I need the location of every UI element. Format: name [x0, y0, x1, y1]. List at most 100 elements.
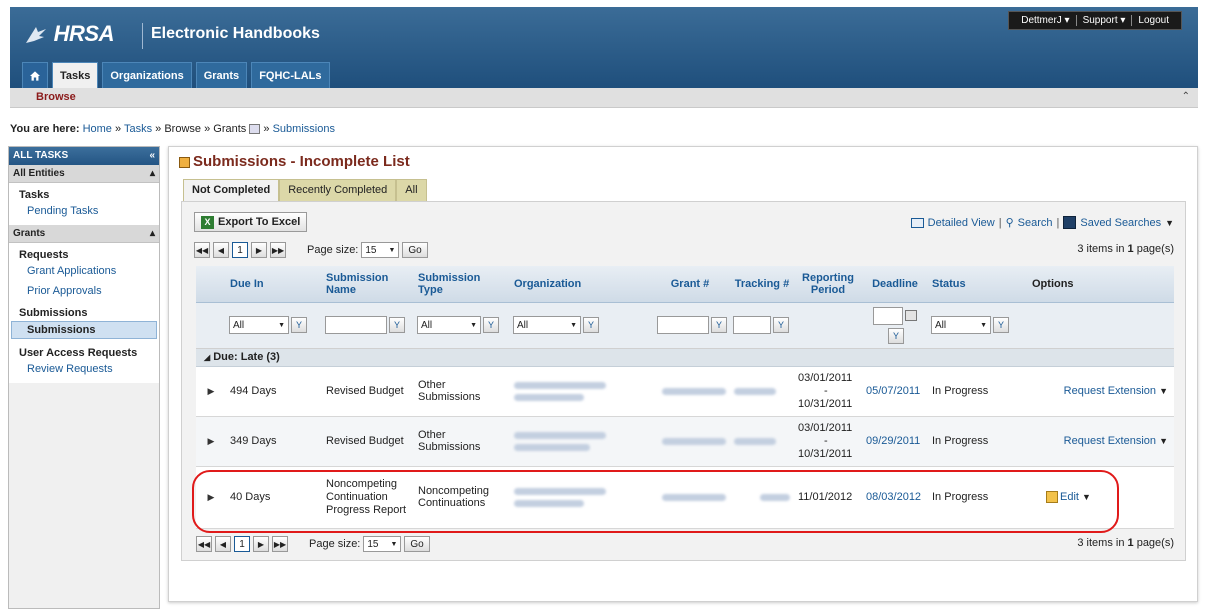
- user-menu-logout[interactable]: Logout: [1132, 15, 1175, 26]
- row-expand[interactable]: ▶: [196, 416, 226, 467]
- page-number[interactable]: 1: [232, 242, 248, 258]
- detailed-view-icon: [910, 217, 924, 228]
- tab-tasks[interactable]: Tasks: [52, 62, 99, 88]
- search-link[interactable]: Search: [1018, 217, 1053, 229]
- col-tracking[interactable]: Tracking #: [730, 266, 794, 303]
- collapse-sidebar-icon[interactable]: «: [149, 150, 155, 162]
- sidebar-item-submissions[interactable]: Submissions: [11, 321, 157, 339]
- tab-recently-completed[interactable]: Recently Completed: [279, 179, 397, 201]
- prev-page-button[interactable]: ◀: [213, 242, 229, 258]
- sidebar-section-all-entities[interactable]: All Entities ▴: [9, 165, 159, 183]
- tab-organizations[interactable]: Organizations: [102, 62, 192, 88]
- request-extension-link[interactable]: Request Extension: [1064, 385, 1156, 397]
- row-expand[interactable]: ▶: [196, 466, 226, 529]
- page-number[interactable]: 1: [234, 536, 250, 552]
- sidebar-item-review-requests[interactable]: Review Requests: [9, 361, 159, 377]
- tab-grants[interactable]: Grants: [195, 62, 248, 88]
- user-menu-support[interactable]: Support ▾: [1077, 15, 1133, 26]
- cell-deadline[interactable]: 05/07/2011: [862, 366, 928, 417]
- filter-icon[interactable]: Y: [583, 317, 599, 333]
- col-grant[interactable]: Grant #: [650, 266, 730, 303]
- filter-icon[interactable]: Y: [888, 327, 904, 344]
- grant-list-icon[interactable]: [249, 124, 261, 135]
- filter-deadline-input[interactable]: [873, 306, 903, 325]
- expand-icon: ▶: [207, 492, 215, 502]
- filter-type-select[interactable]: All ▼: [417, 316, 481, 334]
- tab-all[interactable]: All: [396, 179, 427, 201]
- col-organization[interactable]: Organization: [510, 266, 650, 303]
- prev-page-button[interactable]: ◀: [215, 536, 231, 552]
- sidebar-section-grants[interactable]: Grants ▴: [9, 225, 159, 243]
- export-excel-button[interactable]: X Export To Excel: [194, 212, 308, 232]
- page-size-value: 15: [367, 538, 379, 550]
- go-button[interactable]: Go: [404, 536, 430, 552]
- expand-icon: ▶: [207, 386, 215, 396]
- filter-due-in-select[interactable]: All ▼: [229, 316, 289, 334]
- filter-icon[interactable]: Y: [773, 317, 789, 333]
- breadcrumb-submissions[interactable]: Submissions: [273, 123, 335, 135]
- expand-icon: ▶: [207, 436, 215, 446]
- col-status[interactable]: Status: [928, 266, 1028, 303]
- page-size-select[interactable]: 15 ▼: [363, 536, 402, 552]
- app-title: Electronic Handbooks: [151, 25, 320, 42]
- filter-grant: Y: [650, 302, 730, 349]
- tab-not-completed[interactable]: Not Completed: [183, 179, 280, 201]
- request-extension-link[interactable]: Request Extension: [1064, 435, 1156, 447]
- collapse-header-icon[interactable]: ⌃: [1182, 91, 1190, 102]
- last-page-button[interactable]: ▶▶: [272, 536, 288, 552]
- breadcrumb-grants: Grants: [213, 123, 247, 135]
- breadcrumb-tasks[interactable]: Tasks: [124, 123, 152, 135]
- redacted-text: [514, 499, 584, 507]
- first-page-button[interactable]: ◀◀: [196, 536, 212, 552]
- chevron-down-icon[interactable]: ▼: [1165, 218, 1174, 228]
- row-expand[interactable]: ▶: [196, 366, 226, 417]
- sidebar-item-prior-approvals[interactable]: Prior Approvals: [9, 283, 159, 299]
- col-reporting-period[interactable]: Reporting Period: [794, 266, 862, 303]
- filter-icon[interactable]: Y: [483, 317, 499, 333]
- filter-icon[interactable]: Y: [291, 317, 307, 333]
- col-submission-name[interactable]: Submission Name: [322, 266, 414, 303]
- first-page-button[interactable]: ◀◀: [194, 242, 210, 258]
- sidebar-item-grant-applications[interactable]: Grant Applications: [9, 263, 159, 279]
- cell-status: In Progress: [928, 466, 1028, 529]
- chevron-down-icon[interactable]: ▼: [1082, 492, 1091, 502]
- group-row[interactable]: ◢ Due: Late (3): [196, 348, 1174, 367]
- filter-name-input[interactable]: [325, 316, 387, 334]
- col-deadline[interactable]: Deadline: [862, 266, 928, 303]
- cell-status: In Progress: [928, 416, 1028, 467]
- sidebar-item-pending-tasks[interactable]: Pending Tasks: [9, 203, 159, 219]
- col-submission-type[interactable]: Submission Type: [414, 266, 510, 303]
- filter-options: [1028, 302, 1174, 349]
- grid-tools: Detailed View | ⚲ Search | Saved Searche…: [910, 216, 1174, 229]
- form-icon: [179, 156, 190, 168]
- filter-icon[interactable]: Y: [711, 317, 727, 333]
- subnav-browse[interactable]: Browse: [36, 91, 76, 103]
- edit-link[interactable]: Edit: [1060, 491, 1079, 503]
- breadcrumb-home[interactable]: Home: [83, 123, 112, 135]
- filter-tracking-input[interactable]: [733, 316, 771, 334]
- user-menu-user[interactable]: DettmerJ ▾: [1015, 15, 1077, 26]
- col-due-in[interactable]: Due In: [226, 266, 322, 303]
- cell-organization: [510, 366, 650, 417]
- detailed-view-link[interactable]: Detailed View: [928, 217, 995, 229]
- cell-deadline[interactable]: 09/29/2011: [862, 416, 928, 467]
- chevron-down-icon[interactable]: ▼: [1159, 436, 1168, 446]
- last-page-button[interactable]: ▶▶: [270, 242, 286, 258]
- calendar-icon[interactable]: [905, 310, 917, 321]
- filter-icon[interactable]: Y: [993, 317, 1009, 333]
- home-tab[interactable]: [22, 62, 48, 88]
- hrsa-logo[interactable]: HRSA: [24, 21, 114, 47]
- chevron-down-icon[interactable]: ▼: [1159, 386, 1168, 396]
- filter-status-select[interactable]: All ▼: [931, 316, 991, 334]
- next-page-button[interactable]: ▶: [251, 242, 267, 258]
- tab-fqhc-lals[interactable]: FQHC-LALs: [251, 62, 330, 88]
- next-page-button[interactable]: ▶: [253, 536, 269, 552]
- filter-org-select[interactable]: All ▼: [513, 316, 581, 334]
- cell-deadline[interactable]: 08/03/2012: [862, 466, 928, 529]
- page-size-select[interactable]: 15 ▼: [361, 242, 400, 258]
- filter-icon[interactable]: Y: [389, 317, 405, 333]
- go-button[interactable]: Go: [402, 242, 428, 258]
- saved-searches-link[interactable]: Saved Searches: [1080, 217, 1161, 229]
- filter-grant-input[interactable]: [657, 316, 709, 334]
- sidebar-block-grants: Requests Grant Applications Prior Approv…: [9, 243, 159, 383]
